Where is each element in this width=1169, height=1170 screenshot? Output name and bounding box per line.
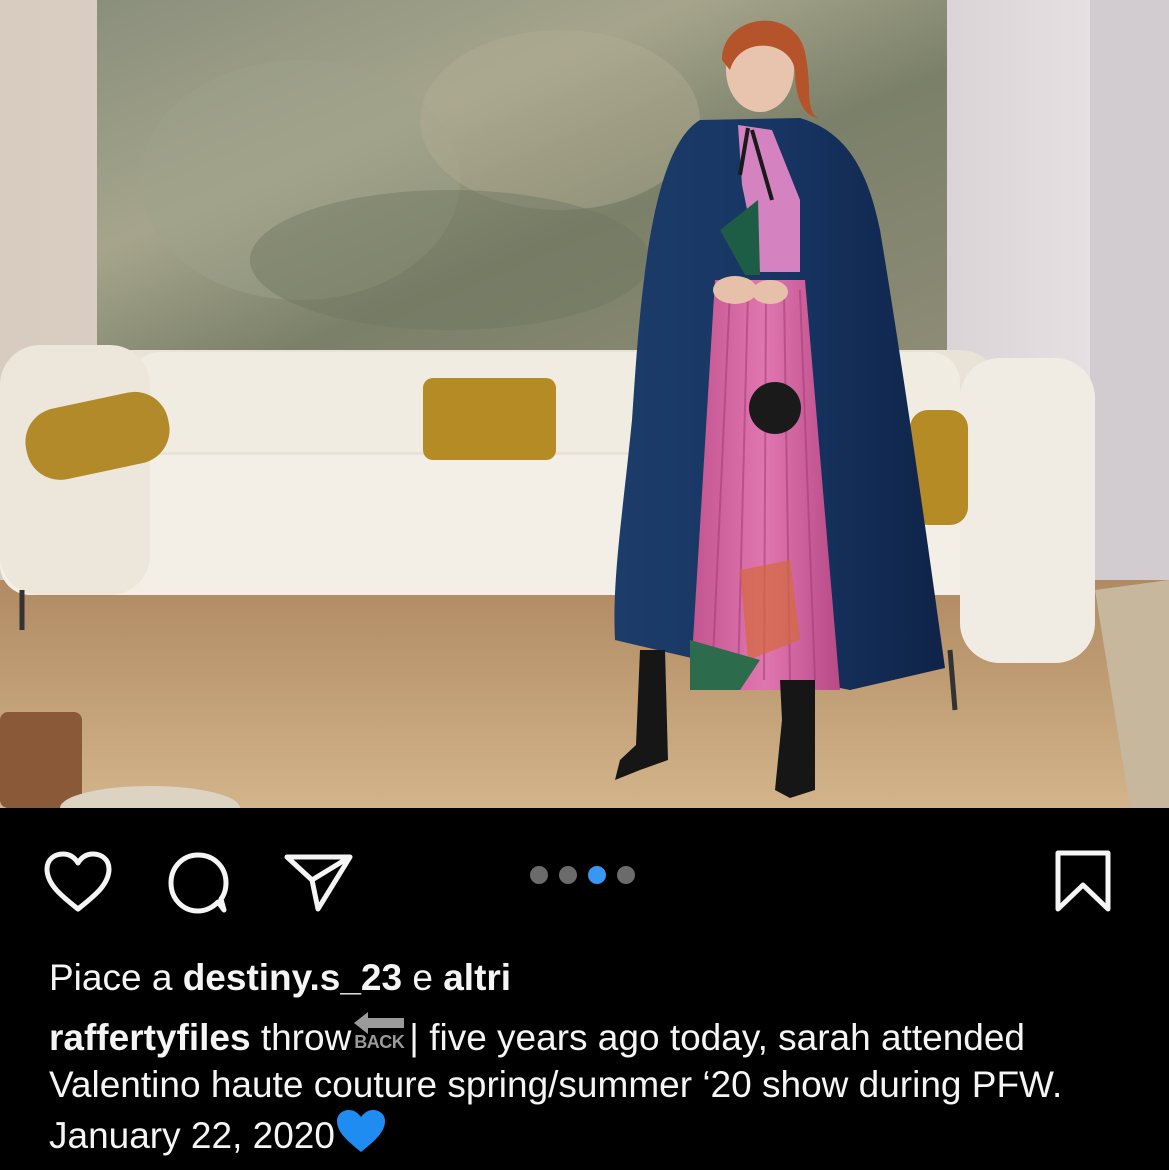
carousel-dot-active [588,866,606,884]
carousel-dot [617,866,635,884]
post-photo[interactable] [0,0,1169,808]
caption-word: throw [260,1017,352,1058]
caption-username[interactable]: raffertyfiles [49,1017,251,1058]
bookmark-icon[interactable] [1053,849,1113,915]
post-image [0,0,1169,808]
liker-username[interactable]: destiny.s_23 [183,957,402,998]
blue-heart-emoji-icon [335,1108,387,1165]
comment-bubble-icon[interactable] [166,850,232,916]
paper-plane-icon[interactable] [284,853,354,913]
carousel-dot [559,866,577,884]
likes-summary: Piace a destiny.s_23 e altri [49,955,511,1001]
back-emoji-label: BACK [354,1032,405,1052]
likes-others-link[interactable]: altri [443,957,511,998]
carousel-indicator [530,866,635,884]
likes-connector: e [412,957,433,998]
back-arrow-emoji-icon: BACK [352,1012,408,1054]
post-caption: raffertyfiles throw BACK | five years ago … [49,1012,1129,1165]
likes-prefix: Piace a [49,957,173,998]
carousel-dot [530,866,548,884]
heart-outline-icon[interactable] [43,851,113,913]
